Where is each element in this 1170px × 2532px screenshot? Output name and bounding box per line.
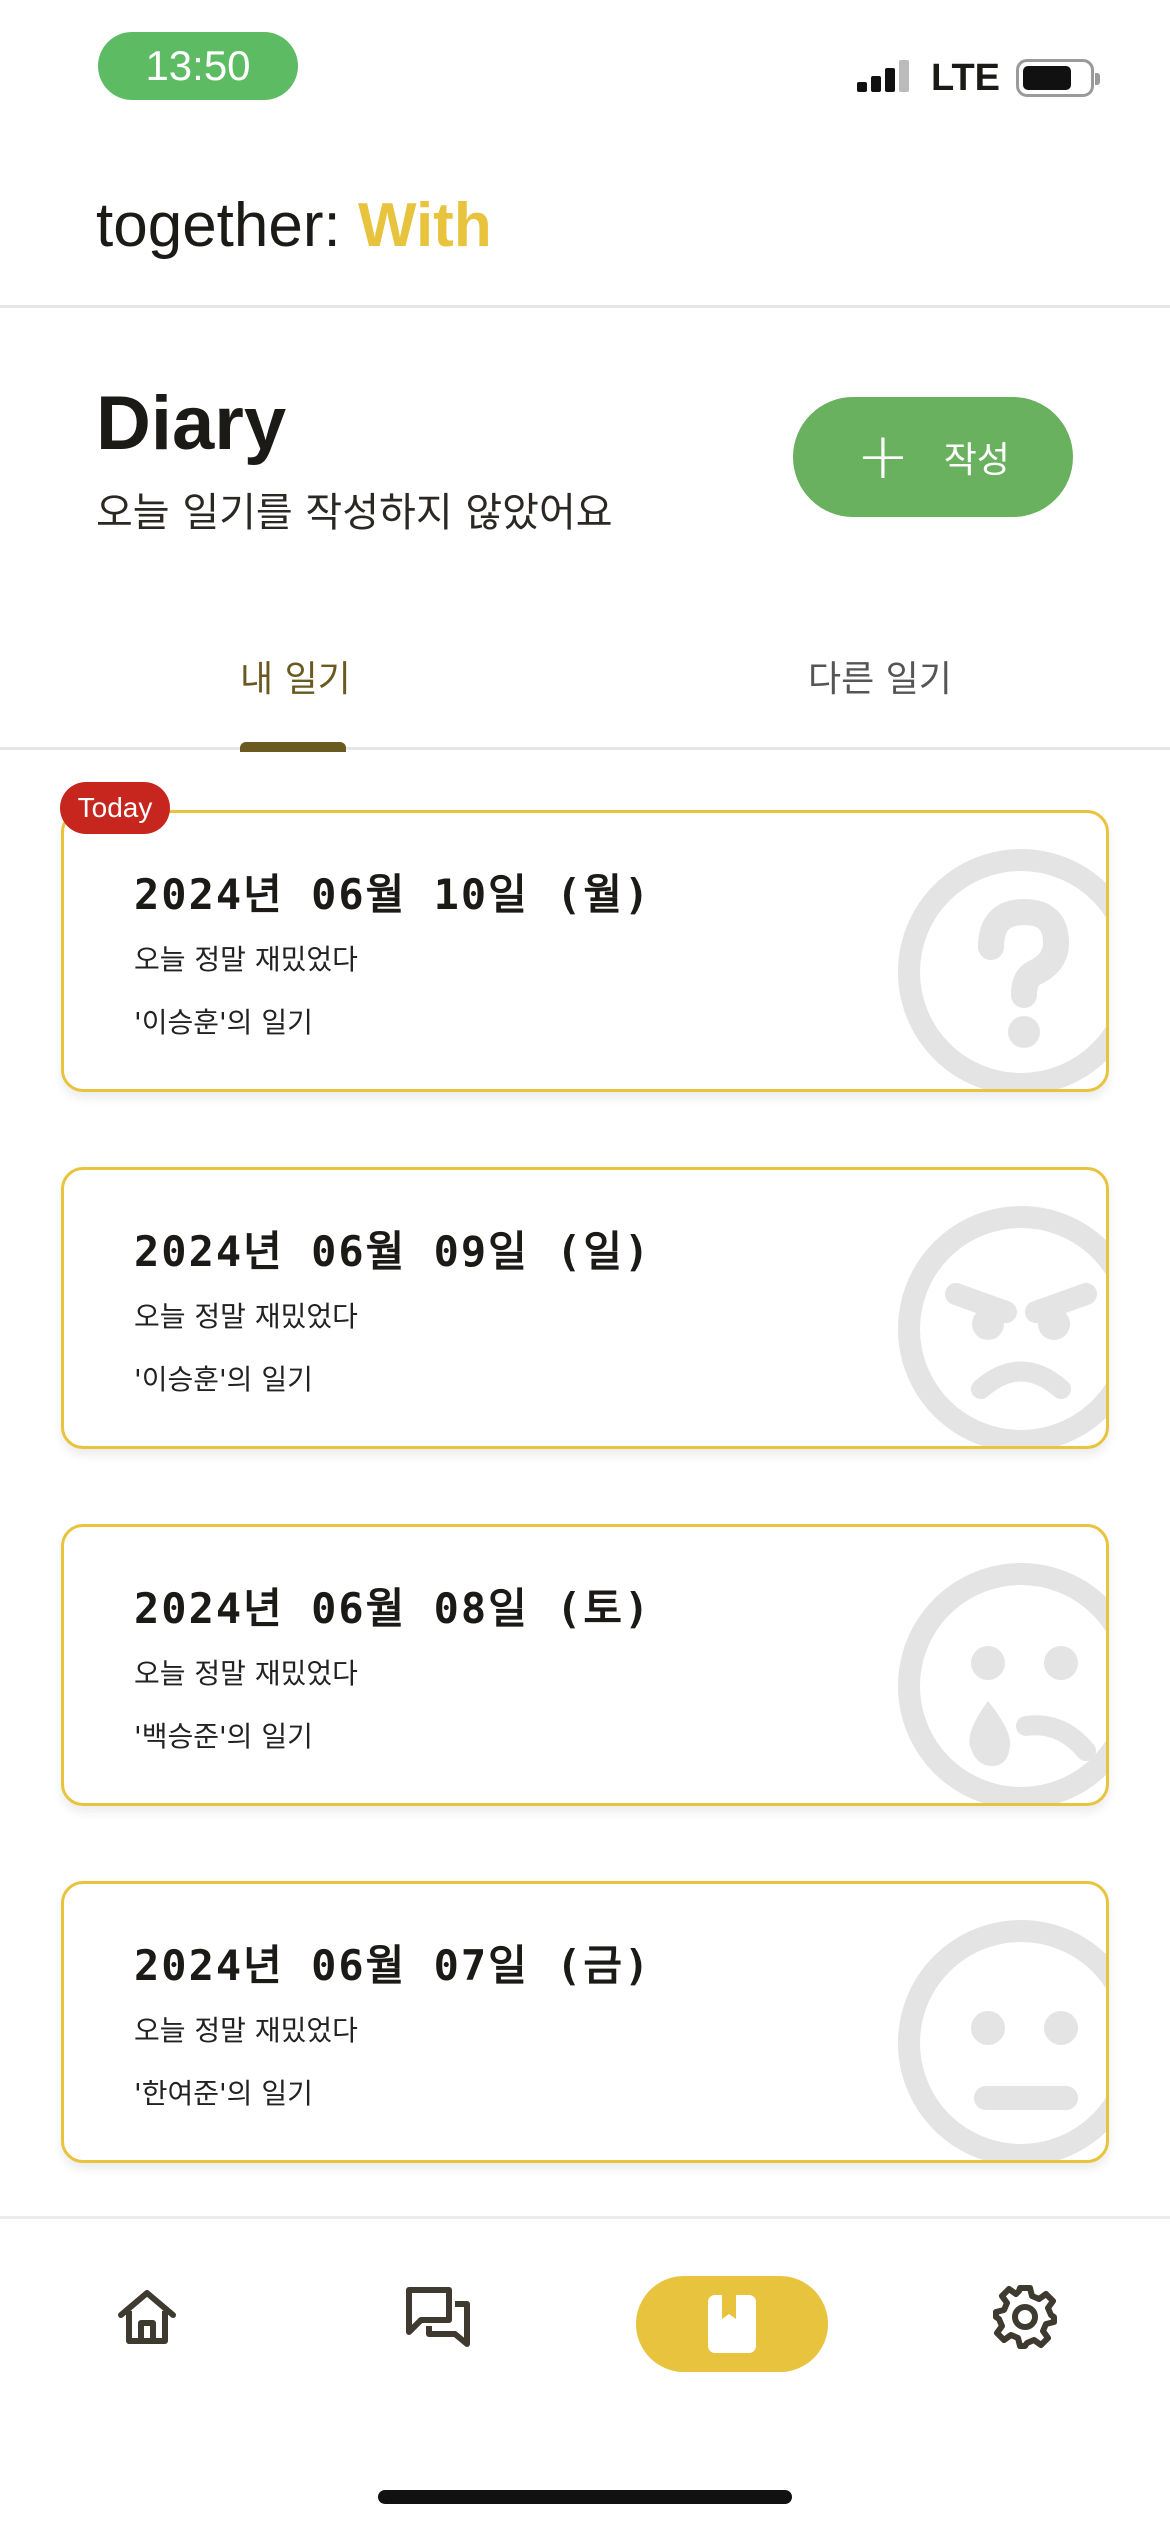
plus-icon: + [856,420,910,494]
brand-accent: With [357,191,492,260]
nav-chat-button[interactable] [398,2277,478,2357]
entry-date: 2024년 06월 10일 (월) [134,870,652,919]
diary-card[interactable]: 2024년 06월 08일 (토) 오늘 정말 재밌었다 '백승준'의 일기 [61,1524,1109,1806]
entry-date: 2024년 06월 07일 (금) [134,1941,652,1990]
bottom-navigation [0,2216,1170,2532]
today-badge: Today [60,782,170,834]
entry-text: 오늘 정말 재밌었다 [134,1657,358,1690]
tab-my-diary[interactable]: 내 일기 [240,650,351,702]
entry-text: 오늘 정말 재밌었다 [134,2014,358,2047]
active-tab-indicator [240,742,346,752]
diary-tabs: 내 일기 다른 일기 [0,620,1170,752]
entry-date: 2024년 06월 09일 (일) [134,1227,652,1276]
status-bar: 13:50 LTE [0,0,1170,140]
status-time: 13:50 [98,32,298,100]
signal-icon [857,60,910,92]
diary-icon [708,2295,756,2353]
tab-other-diary[interactable]: 다른 일기 [808,650,952,702]
gear-icon [993,2285,1057,2349]
question-face-icon [898,849,1106,1089]
brand-prefix: together: [96,191,358,260]
entry-author: '이승훈'의 일기 [134,1006,313,1039]
nav-home-button[interactable] [107,2277,187,2357]
entry-text: 오늘 정말 재밌었다 [134,943,358,976]
crying-face-icon [898,1563,1106,1803]
nav-diary-button[interactable] [636,2276,828,2372]
write-button-label: 작성 [943,440,1010,481]
entry-author: '한여준'의 일기 [134,2077,313,2110]
home-indicator [378,2490,792,2504]
network-type: LTE [931,56,1000,99]
entry-author: '이승훈'의 일기 [134,1363,313,1396]
home-icon [118,2290,176,2344]
chat-icon [406,2287,470,2347]
entry-author: '백승준'의 일기 [134,1720,313,1753]
entry-date: 2024년 06월 08일 (토) [134,1584,652,1633]
nav-settings-button[interactable] [985,2277,1065,2357]
app-header: together: With [0,140,1170,308]
brand-title: together: With [96,190,492,261]
page-subtitle: 오늘 일기를 작성하지 않았어요 [96,490,613,536]
diary-card[interactable]: 2024년 06월 09일 (일) 오늘 정말 재밌었다 '이승훈'의 일기 [61,1167,1109,1449]
status-indicators: LTE [855,54,1100,102]
write-diary-button[interactable]: + 작성 [793,397,1073,517]
angry-face-icon [898,1206,1106,1446]
battery-icon [1016,59,1100,97]
diary-card[interactable]: 2024년 06월 10일 (월) 오늘 정말 재밌었다 '이승훈'의 일기 [61,810,1109,1092]
entry-text: 오늘 정말 재밌었다 [134,1300,358,1333]
neutral-face-icon [898,1920,1106,2160]
diary-card[interactable]: 2024년 06월 07일 (금) 오늘 정말 재밌었다 '한여준'의 일기 [61,1881,1109,2163]
page-title: Diary [96,381,287,466]
